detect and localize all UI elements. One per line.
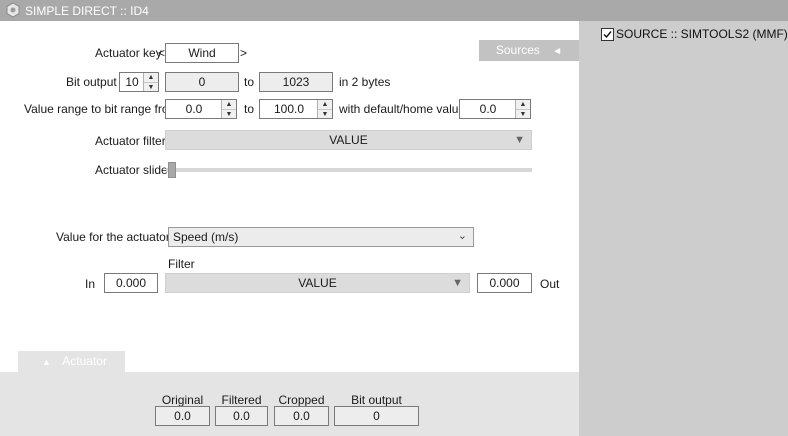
actuator-slider-label: Actuator slider — [95, 163, 172, 177]
readout-cropped: 0.0 — [274, 406, 329, 426]
bit-to-label: to — [244, 75, 255, 89]
filter-label: Filter — [168, 257, 195, 271]
range-to-label: to — [244, 102, 255, 116]
stepper-up-icon[interactable]: ▲ — [222, 100, 236, 109]
filter-value: VALUE — [298, 276, 337, 290]
window-title: SIMPLE DIRECT :: ID4 — [25, 4, 149, 18]
app-gear-icon — [5, 2, 21, 18]
dropdown-arrow-icon: ▼ — [514, 134, 525, 146]
actuator-key-field[interactable]: Wind — [165, 43, 239, 63]
readout-original: 0.0 — [155, 406, 210, 426]
value-for-actuator-dropdown[interactable]: Speed (m/s) ⌄ — [168, 227, 474, 247]
value-for-actuator-label: Value for the actuator — [56, 230, 170, 244]
actuator-key-prev-button[interactable]: < — [158, 46, 165, 60]
actuator-slider-track[interactable] — [166, 168, 532, 172]
range-to-stepper[interactable]: 100.0 ▲ ▼ — [259, 99, 333, 119]
value-range-label: Value range to bit range from — [24, 102, 179, 116]
filter-in-field[interactable]: 0.000 — [104, 273, 158, 293]
arrow-left-icon: ◄ — [552, 46, 563, 57]
actuator-key-label: Actuator key — [95, 46, 162, 60]
stepper-down-icon[interactable]: ▼ — [318, 109, 332, 118]
actuator-tab-label: Actuator — [62, 354, 107, 368]
dropdown-arrow-icon: ▼ — [452, 277, 463, 289]
bit-output-stepper[interactable]: 10 ▲ ▼ — [119, 72, 159, 92]
check-icon — [603, 31, 612, 39]
actuator-filter-label: Actuator filter — [95, 134, 166, 148]
readout-header-original: Original — [161, 393, 204, 407]
range-to-value: 100.0 — [273, 102, 305, 116]
actuator-filter-value: VALUE — [329, 133, 368, 147]
actuator-tab[interactable]: ▲ Actuator — [18, 351, 125, 372]
filter-in-label: In — [85, 277, 96, 291]
default-value-label: with default/home value — [339, 102, 466, 116]
default-value: 0.0 — [479, 102, 497, 116]
readout-filtered: 0.0 — [215, 406, 268, 426]
filter-out-label: Out — [540, 277, 560, 291]
arrow-up-icon: ▲ — [42, 357, 51, 367]
actuator-filter-dropdown[interactable]: VALUE ▼ — [165, 130, 532, 150]
source-checkbox[interactable] — [601, 28, 614, 41]
sources-button-label: Sources — [495, 43, 540, 57]
stepper-up-icon[interactable]: ▲ — [516, 100, 530, 109]
bit-output-label: Bit output — [66, 75, 117, 89]
stepper-up-icon[interactable]: ▲ — [144, 73, 158, 82]
value-for-actuator-value: Speed (m/s) — [173, 230, 239, 244]
readout-bit-output: 0 — [334, 406, 419, 426]
bit-output-value: 10 — [125, 75, 139, 89]
actuator-slider-thumb[interactable] — [168, 162, 176, 178]
readout-header-filtered: Filtered — [221, 393, 262, 407]
sources-panel — [579, 21, 788, 436]
filter-dropdown[interactable]: VALUE ▼ — [165, 273, 470, 293]
stepper-down-icon[interactable]: ▼ — [516, 109, 530, 118]
bit-min-field: 0 — [165, 72, 239, 92]
bit-max-field: 1023 — [259, 72, 333, 92]
range-from-stepper[interactable]: 0.0 ▲ ▼ — [165, 99, 237, 119]
range-from-value: 0.0 — [185, 102, 203, 116]
actuator-key-next-button[interactable]: > — [240, 46, 247, 60]
sources-button[interactable]: Sources ◄ — [479, 40, 579, 61]
stepper-down-icon[interactable]: ▼ — [144, 82, 158, 91]
filter-out-field[interactable]: 0.000 — [477, 273, 532, 293]
readout-header-cropped: Cropped — [278, 393, 325, 407]
default-value-stepper[interactable]: 0.0 ▲ ▼ — [459, 99, 531, 119]
readout-header-bit-output: Bit output — [351, 393, 402, 407]
stepper-down-icon[interactable]: ▼ — [222, 109, 236, 118]
stepper-up-icon[interactable]: ▲ — [318, 100, 332, 109]
source-label[interactable]: SOURCE :: SIMTOOLS2 (MMF) :: ID — [616, 27, 788, 41]
chevron-down-icon: ⌄ — [457, 230, 467, 242]
bit-bytes-label: in 2 bytes — [339, 75, 391, 89]
